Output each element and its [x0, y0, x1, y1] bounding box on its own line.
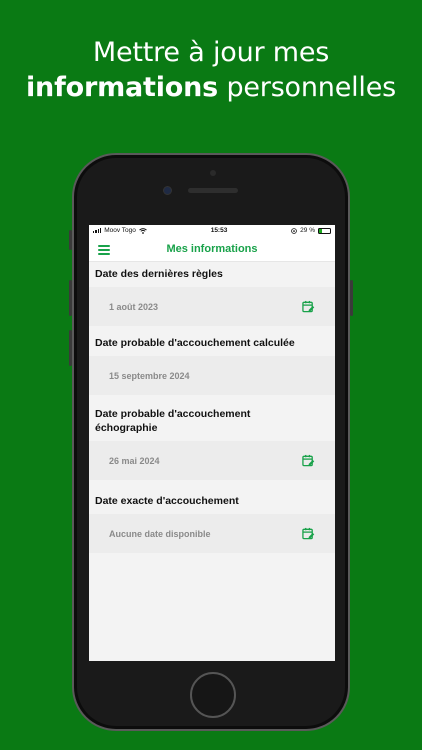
status-time: 15:53 — [210, 227, 228, 234]
phone-screen: Moov Togo 15:53 29 % Mes informations Da… — [89, 225, 335, 661]
field-value: 26 mai 2024 — [109, 455, 160, 466]
orientation-lock-icon — [291, 227, 297, 234]
status-left: Moov Togo — [93, 227, 147, 234]
label-ultrasound-due-date: Date probable d'accouchement échographie — [89, 407, 335, 435]
field-calculated-due-date: 15 septembre 2024 — [89, 356, 335, 395]
volume-up-button — [69, 280, 72, 316]
battery-percent: 29 % — [300, 227, 315, 234]
carrier-name: Moov Togo — [104, 227, 136, 234]
field-exact-delivery-date[interactable]: Aucune date disponible — [89, 514, 335, 553]
calendar-edit-icon[interactable] — [302, 300, 315, 313]
headline-bold: informations — [26, 72, 219, 103]
label-line: échographie — [95, 422, 158, 434]
phone-frame: Moov Togo 15:53 29 % Mes informations Da… — [69, 153, 353, 731]
form-content: Date des dernières règles 1 août 2023 Da… — [89, 262, 335, 661]
field-last-period-date[interactable]: 1 août 2023 — [89, 287, 335, 326]
status-right: 29 % — [291, 227, 331, 234]
field-ultrasound-due-date[interactable]: 26 mai 2024 — [89, 441, 335, 480]
headline-line-2: informations personnelles — [0, 70, 422, 106]
home-button[interactable] — [190, 672, 236, 718]
wifi-icon — [139, 227, 147, 234]
label-calculated-due-date: Date probable d'accouchement calculée — [95, 337, 295, 349]
page-title: Mes informations — [166, 242, 258, 255]
signal-icon — [93, 228, 102, 233]
power-button — [350, 280, 353, 316]
status-bar: Moov Togo 15:53 29 % — [89, 225, 335, 236]
calendar-edit-icon[interactable] — [302, 527, 315, 540]
headline-line-1: Mettre à jour mes — [92, 37, 330, 68]
front-camera — [163, 186, 172, 195]
battery-icon — [317, 227, 331, 234]
earpiece-speaker — [188, 188, 238, 193]
volume-down-button — [69, 330, 72, 366]
field-value: Aucune date disponible — [109, 528, 211, 539]
mute-switch — [69, 230, 72, 250]
proximity-sensor — [210, 170, 216, 176]
field-value: 15 septembre 2024 — [109, 370, 190, 381]
headline-rest: personnelles — [226, 72, 396, 103]
top-navbar: Mes informations — [89, 236, 335, 262]
promo-headline: Mettre à jour mes informations personnel… — [0, 36, 422, 106]
hamburger-icon[interactable] — [98, 245, 110, 255]
field-value: 1 août 2023 — [109, 301, 159, 312]
label-exact-delivery-date: Date exacte d'accouchement — [95, 495, 239, 507]
label-line: Date probable d'accouchement — [95, 408, 251, 420]
calendar-edit-icon[interactable] — [302, 454, 315, 467]
label-last-period: Date des dernières règles — [95, 268, 223, 280]
